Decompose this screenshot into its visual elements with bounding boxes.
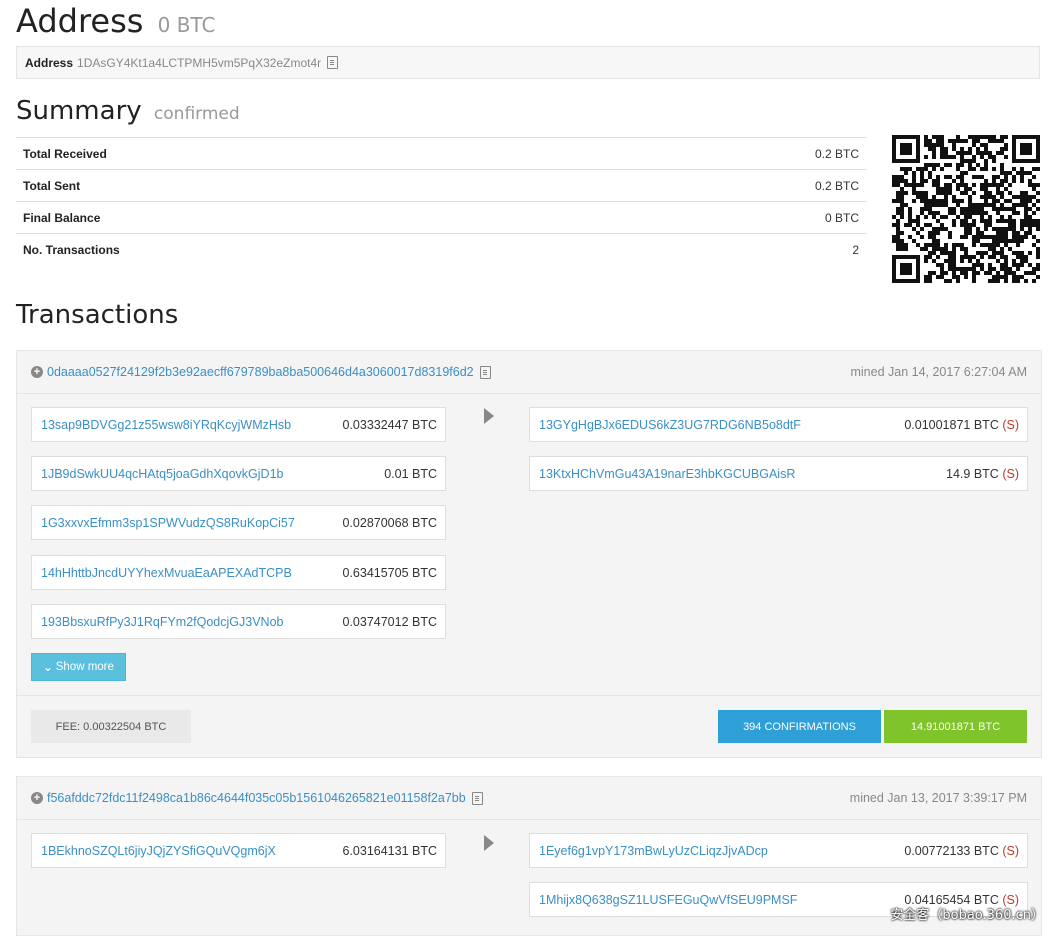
summary-key: No. Transactions [16,233,574,266]
summary-title: Summary confirmed [16,96,240,126]
transaction-input: 13sap9BDVGg21z55wsw8iYRqKcyjWMzHsb 0.033… [31,407,446,442]
transaction-input: 1BEkhnoSZQLt6jiyJQjZYSfiGQuVQgm6jX 6.031… [31,833,446,868]
summary-key: Total Received [16,137,574,170]
chevron-right-icon [484,408,494,424]
transaction-hash-link[interactable]: 0daaaa0527f24129f2b3e92aecff679789ba8ba5… [47,365,474,379]
input-amount: 0.01 BTC [384,466,437,481]
copy-icon[interactable] [479,365,491,379]
input-address-link[interactable]: 1BEkhnoSZQLt6jiyJQjZYSfiGQuVQgm6jX [41,844,276,858]
address-balance: 0 BTC [157,13,216,37]
output-address-link[interactable]: 13GYgHgBJx6EDUS6kZ3UG7RDG6NB5o8dtF [539,418,801,432]
summary-row: No. Transactions 2 [16,233,866,266]
summary-value: 0.2 BTC [573,169,866,202]
output-address-link[interactable]: 1Eyef6g1vpY173mBwLyUzCLiqzJjvADcp [539,844,768,858]
transaction-footer: FEE: 0.00322504 BTC 394 CONFIRMATIONS 14… [17,695,1041,758]
transaction-hash-link[interactable]: f56afddc72fdc11f2498ca1b86c4644f035c05b1… [47,791,466,805]
transaction-card: + f56afddc72fdc11f2498ca1b86c4644f035c05… [16,776,1042,936]
output-amount: 0.01001871 BTC (S) [904,418,1019,432]
transaction-output: 1Eyef6g1vpY173mBwLyUzCLiqzJjvADcp 0.0077… [529,833,1028,868]
output-amount-value: 0.00772133 BTC [904,843,999,858]
input-amount: 0.02870068 BTC [342,515,437,530]
output-amount-value: 0.01001871 BTC [904,417,999,432]
page-title: Address 0 BTC [16,2,215,40]
summary-key: Final Balance [16,201,574,234]
summary-title-text: Summary [16,96,142,126]
page-title-text: Address [16,2,144,40]
chevron-right-icon [484,835,494,851]
transaction-header: + f56afddc72fdc11f2498ca1b86c4644f035c05… [17,777,1041,820]
transaction-time: mined Jan 13, 2017 3:39:17 PM [849,791,1027,805]
transaction-input: 14hHhttbJncdUYYhexMvuaEaAPEXAdTCPB 0.634… [31,555,446,590]
input-address-link[interactable]: 14hHhttbJncdUYYhexMvuaEaAPEXAdTCPB [41,566,292,580]
output-address-link[interactable]: 13KtxHChVmGu43A19narE3hbKGCUBGAisR [539,467,795,481]
transaction-input: 193BbsxuRfPy3J1RqFYm2fQodcjGJ3VNob 0.037… [31,604,446,639]
qr-code-image [892,135,1040,283]
input-address-link[interactable]: 1JB9dSwkUU4qcHAtq5joaGdhXqovkGjD1b [41,467,284,481]
input-amount: 0.03332447 BTC [342,417,437,432]
spent-marker[interactable]: (S) [1002,844,1019,858]
transaction-time: mined Jan 14, 2017 6:27:04 AM [850,365,1027,379]
show-more-label: Show more [55,661,114,673]
summary-value: 0.2 BTC [573,137,866,170]
address-box: Address 1DAsGY4Kt1a4LCTPMH5vm5PqX32eZmot… [16,46,1040,79]
transaction-input: 1JB9dSwkUU4qcHAtq5joaGdhXqovkGjD1b 0.01 … [31,456,446,491]
input-address-link[interactable]: 1G3xxvxEfmm3sp1SPWVudzQS8RuKopCi57 [41,516,295,530]
summary-row: Final Balance 0 BTC [16,201,866,234]
summary-status: confirmed [153,104,240,124]
summary-table: Total Received 0.2 BTC Total Sent 0.2 BT… [16,137,866,266]
transaction-input: 1G3xxvxEfmm3sp1SPWVudzQS8RuKopCi57 0.028… [31,505,446,540]
total-amount-button[interactable]: 14.91001871 BTC [884,710,1027,743]
address-label: Address [25,55,74,70]
input-amount: 0.63415705 BTC [342,565,437,580]
transactions-title: Transactions [16,300,179,330]
input-amount: 0.03747012 BTC [342,614,437,629]
output-amount: 0.00772133 BTC (S) [904,844,1019,858]
fee-badge: FEE: 0.00322504 BTC [31,710,191,743]
transaction-header: + 0daaaa0527f24129f2b3e92aecff679789ba8b… [17,351,1041,394]
input-amount: 6.03164131 BTC [342,843,437,858]
summary-key: Total Sent [16,169,574,202]
input-address-link[interactable]: 13sap9BDVGg21z55wsw8iYRqKcyjWMzHsb [41,418,291,432]
summary-row: Total Sent 0.2 BTC [16,169,866,202]
copy-icon[interactable] [471,791,483,805]
transaction-card: + 0daaaa0527f24129f2b3e92aecff679789ba8b… [16,350,1042,758]
show-more-button[interactable]: ⌄ Show more [31,653,126,681]
output-amount-value: 14.9 BTC [946,466,999,481]
output-address-link[interactable]: 1Mhijx8Q638gSZ1LUSFEGuQwVfSEU9PMSF [539,893,797,907]
transaction-output: 13KtxHChVmGu43A19narE3hbKGCUBGAisR 14.9 … [529,456,1028,491]
spent-marker[interactable]: (S) [1002,418,1019,432]
input-address-link[interactable]: 193BbsxuRfPy3J1RqFYm2fQodcjGJ3VNob [41,615,283,629]
expand-plus-icon[interactable]: + [31,366,43,378]
chevron-down-icon: ⌄ [43,662,53,674]
summary-value: 2 [573,233,866,266]
summary-value: 0 BTC [573,201,866,234]
transaction-output: 13GYgHgBJx6EDUS6kZ3UG7RDG6NB5o8dtF 0.010… [529,407,1028,442]
spent-marker[interactable]: (S) [1002,467,1019,481]
address-value[interactable]: 1DAsGY4Kt1a4LCTPMH5vm5PqX32eZmot4r [77,56,321,70]
summary-row: Total Received 0.2 BTC [16,137,866,170]
confirmations-button[interactable]: 394 CONFIRMATIONS [718,710,881,743]
expand-plus-icon[interactable]: + [31,792,43,804]
copy-icon[interactable] [327,56,339,69]
watermark: 安全客（bobao.360.cn） [890,908,1044,923]
output-amount: 14.9 BTC (S) [946,467,1019,481]
